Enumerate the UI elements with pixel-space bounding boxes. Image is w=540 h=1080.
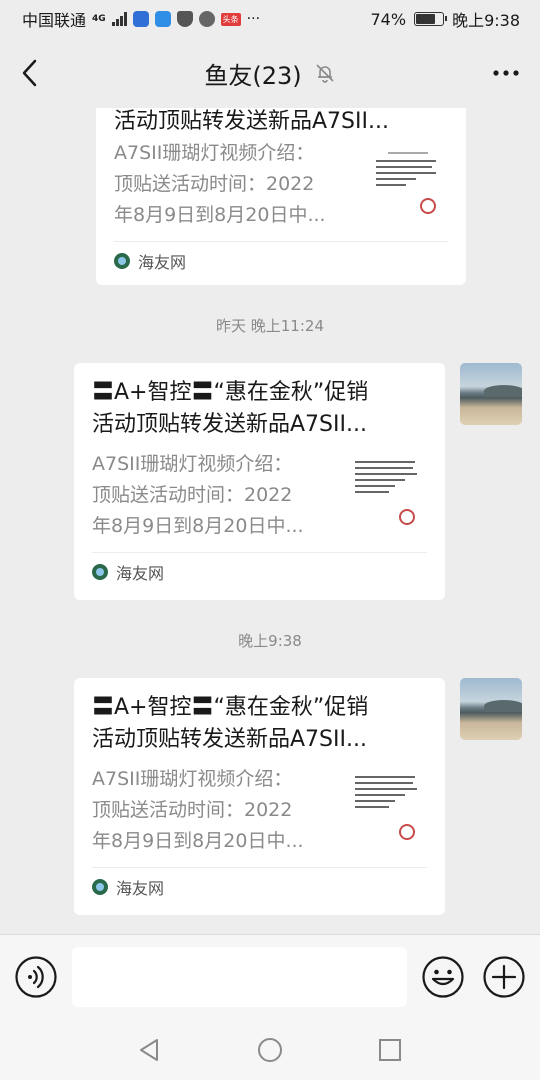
news-badge: 头条 <box>220 12 241 26</box>
system-home-button[interactable] <box>250 1030 290 1070</box>
compass-icon <box>198 11 215 27</box>
voice-icon <box>15 956 57 998</box>
message-text-input[interactable] <box>72 947 407 1007</box>
timestamp: 晚上9:38 <box>238 632 302 650</box>
emoji-icon <box>422 956 464 998</box>
sender-avatar[interactable] <box>460 363 522 425</box>
source-logo-icon <box>92 564 108 580</box>
link-card-message[interactable]: 〓A+智控〓“惠在金秋”促销 活动顶贴转发送新品A7SII... A7SII珊瑚… <box>74 678 445 915</box>
card-description: A7SII珊瑚灯视频介绍： 顶贴送活动时间：2022 年8月9日到8月20日中.… <box>92 453 304 537</box>
signal-icon <box>111 12 127 26</box>
more-dots-icon <box>493 70 519 76</box>
source-name: 海友网 <box>138 253 187 272</box>
more-notifications: ··· <box>246 11 261 27</box>
status-bar: 中国联通 4G 头条 ··· 74% 晚上9:38 <box>0 0 540 38</box>
more-options-button[interactable] <box>486 56 526 90</box>
card-title-line-1: 〓A+智控〓“惠在金秋”促销 <box>92 380 369 405</box>
battery-icon <box>414 12 448 26</box>
card-title-line-1: 〓A+智控〓“惠在金秋”促销 <box>92 695 369 720</box>
card-thumbnail <box>351 768 427 844</box>
card-title-line-2: 活动顶贴转发送新品A7SII... <box>92 412 367 437</box>
chat-title: 鱼友(23) <box>204 56 335 91</box>
card-body: A7SII珊瑚灯视频介绍： 顶贴送活动时间：2022 年8月9日到8月20日中.… <box>92 764 427 857</box>
clock: 晚上9:38 <box>452 11 520 30</box>
nav-home-circle-icon <box>258 1038 282 1062</box>
card-body: A7SII珊瑚灯视频介绍： 顶贴送活动时间：2022 年8月9日到8月20日中.… <box>92 449 427 542</box>
back-arrow-icon <box>22 59 37 87</box>
seal-icon <box>420 198 436 214</box>
cloud-notification-icon <box>154 11 171 27</box>
source-logo-icon <box>92 879 108 895</box>
avatar-landscape <box>484 385 522 397</box>
card-source: 海友网 <box>92 553 427 591</box>
seal-icon <box>399 509 415 525</box>
emoji-button[interactable] <box>421 955 465 999</box>
card-description: A7SII珊瑚灯视频介绍： 顶贴送活动时间：2022 年8月9日到8月20日中.… <box>114 142 326 226</box>
group-name: 鱼友(23) <box>204 61 302 90</box>
card-thumbnail <box>372 142 448 218</box>
card-title-line-2: 活动顶贴转发送新品A7SII... <box>92 727 367 752</box>
source-logo-icon <box>114 253 130 269</box>
battery-fill <box>416 14 436 24</box>
source-name: 海友网 <box>116 564 165 583</box>
chat-message-list[interactable]: 活动顶贴转发送新品A7SII... A7SII珊瑚灯视频介绍： 顶贴送活动时间：… <box>0 108 540 934</box>
card-body: A7SII珊瑚灯视频介绍： 顶贴送活动时间：2022 年8月9日到8月20日中.… <box>114 138 448 231</box>
seal-icon <box>399 824 415 840</box>
message-input-bar <box>0 934 540 1020</box>
mute-bell-icon <box>316 64 334 83</box>
network-type: 4G <box>92 13 106 24</box>
source-name: 海友网 <box>116 879 165 898</box>
nav-recents-square-icon <box>379 1039 401 1061</box>
back-button[interactable] <box>14 56 48 90</box>
timestamp: 昨天 晚上11:24 <box>216 317 324 335</box>
shield-icon <box>176 11 193 27</box>
avatar-landscape <box>484 700 522 712</box>
system-back-button[interactable] <box>130 1030 170 1070</box>
card-thumbnail <box>351 453 427 529</box>
link-card-message[interactable]: 活动顶贴转发送新品A7SII... A7SII珊瑚灯视频介绍： 顶贴送活动时间：… <box>96 108 466 285</box>
voice-button[interactable] <box>14 955 58 999</box>
carrier-label: 中国联通 <box>22 11 87 30</box>
system-navigation-bar <box>0 1020 540 1080</box>
nav-back-triangle-icon <box>140 1039 158 1061</box>
system-recents-button[interactable] <box>370 1030 410 1070</box>
link-card-message[interactable]: 〓A+智控〓“惠在金秋”促销 活动顶贴转发送新品A7SII... A7SII珊瑚… <box>74 363 445 600</box>
plus-icon <box>483 956 525 998</box>
chat-header: 鱼友(23) <box>0 38 540 108</box>
card-source: 海友网 <box>114 242 448 280</box>
sender-avatar[interactable] <box>460 678 522 740</box>
more-functions-button[interactable] <box>482 955 526 999</box>
card-title: 活动顶贴转发送新品A7SII... <box>114 109 389 134</box>
card-description: A7SII珊瑚灯视频介绍： 顶贴送活动时间：2022 年8月9日到8月20日中.… <box>92 768 304 852</box>
card-source: 海友网 <box>92 868 427 906</box>
battery-percent: 74% <box>370 9 407 29</box>
app-notification-icon <box>132 11 149 27</box>
